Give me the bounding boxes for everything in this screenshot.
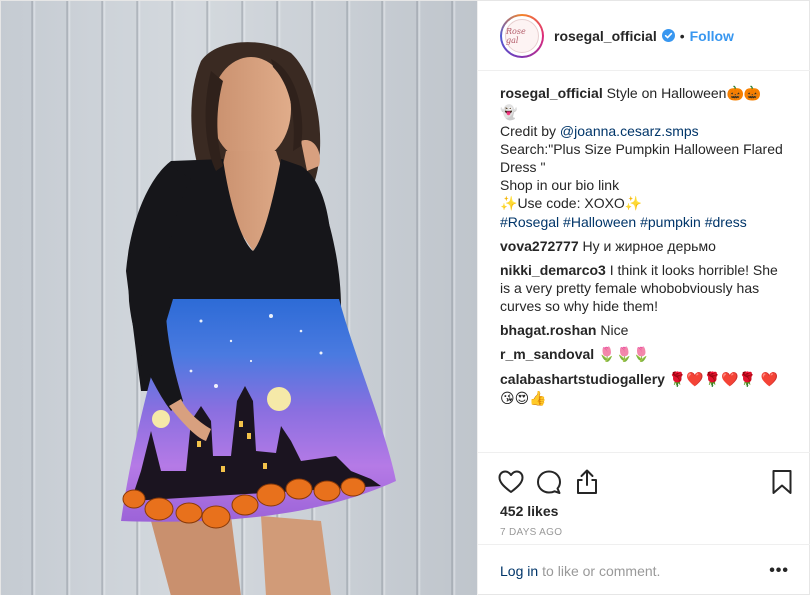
- header-separator: •: [679, 27, 685, 44]
- credit-mention-link[interactable]: @joanna.cesarz.smps: [560, 123, 699, 139]
- account-handle[interactable]: rosegal_official: [554, 28, 657, 44]
- caption-credit-prefix: Credit by: [500, 123, 560, 139]
- login-link[interactable]: Log in: [500, 563, 538, 579]
- comment-author[interactable]: bhagat.roshan: [500, 322, 596, 338]
- hashtag-link[interactable]: #Rosegal: [500, 214, 559, 230]
- caption-line1: Style on Halloween: [606, 85, 727, 101]
- caption-code: Use code: XOXO: [517, 195, 625, 211]
- pumpkin-emoji: 🎃🎃: [726, 86, 762, 102]
- comment-author[interactable]: nikki_demarco3: [500, 262, 606, 278]
- heart-icon[interactable]: [496, 467, 526, 497]
- sparkle-right-emoji: ✨: [624, 196, 643, 212]
- login-prompt-text: to like or comment.: [542, 562, 661, 579]
- comment-author[interactable]: calabashartstudiogallery: [500, 371, 665, 387]
- comment-item: bhagat.roshan Nice: [500, 321, 789, 339]
- hashtag-link[interactable]: #dress: [705, 214, 747, 230]
- caption: rosegal_official Style on Halloween🎃🎃 👻 …: [500, 84, 789, 231]
- more-options-icon[interactable]: •••: [769, 562, 789, 580]
- comment-item: nikki_demarco3 I think it looks horrible…: [500, 261, 789, 315]
- avatar-frame: Rose gal: [502, 15, 542, 56]
- hashtag-link[interactable]: #pumpkin: [640, 214, 701, 230]
- likes-count[interactable]: 452 likes: [478, 501, 810, 521]
- comment-text: Ну и жирное дерьмо: [582, 238, 716, 254]
- comment-item: r_m_sandoval 🌷🌷🌷: [500, 345, 789, 364]
- caption-shop: Shop in our bio link: [500, 177, 620, 193]
- comment-text: Nice: [600, 322, 629, 338]
- avatar-logo: Rose gal: [505, 18, 539, 53]
- comment-author[interactable]: r_m_sandoval: [500, 346, 594, 362]
- comment-text: 🌷🌷🌷: [598, 347, 651, 363]
- hashtag-link[interactable]: #Halloween: [563, 214, 636, 230]
- caption-search: Search:"Plus Size Pumpkin Halloween Flar…: [500, 141, 783, 175]
- comments-section: rosegal_official Style on Halloween🎃🎃 👻 …: [478, 72, 810, 452]
- post-timestamp[interactable]: 7 DAYS AGO: [478, 527, 810, 538]
- action-icon-row: [478, 453, 810, 501]
- model-illustration: [121, 42, 396, 595]
- comment-item: vova272777 Ну и жирное дерьмо: [500, 237, 789, 255]
- avatar[interactable]: Rose gal: [500, 13, 544, 58]
- ghost-emoji: 👻: [500, 105, 518, 121]
- verified-badge-icon: [661, 29, 675, 42]
- caption-author[interactable]: rosegal_official: [500, 85, 603, 101]
- share-icon[interactable]: [572, 467, 602, 497]
- comment-bubble-icon[interactable]: [534, 467, 564, 497]
- bookmark-icon[interactable]: [767, 467, 797, 497]
- post-header: Rose gal rosegal_official • Follow: [478, 1, 810, 71]
- instagram-post: Rose gal rosegal_official • Follow roseg…: [0, 0, 810, 595]
- post-side-panel: Rose gal rosegal_official • Follow roseg…: [477, 1, 810, 595]
- comment-item: calabashartstudiogallery 🌹❤️🌹❤️🌹 ❤️😘😍👍: [500, 370, 789, 408]
- post-photo[interactable]: [1, 1, 477, 595]
- comment-author[interactable]: vova272777: [500, 238, 579, 254]
- sparkle-left-emoji: ✨: [500, 196, 518, 212]
- follow-button[interactable]: Follow: [690, 28, 734, 44]
- login-prompt: Log in to like or comment. •••: [478, 544, 810, 595]
